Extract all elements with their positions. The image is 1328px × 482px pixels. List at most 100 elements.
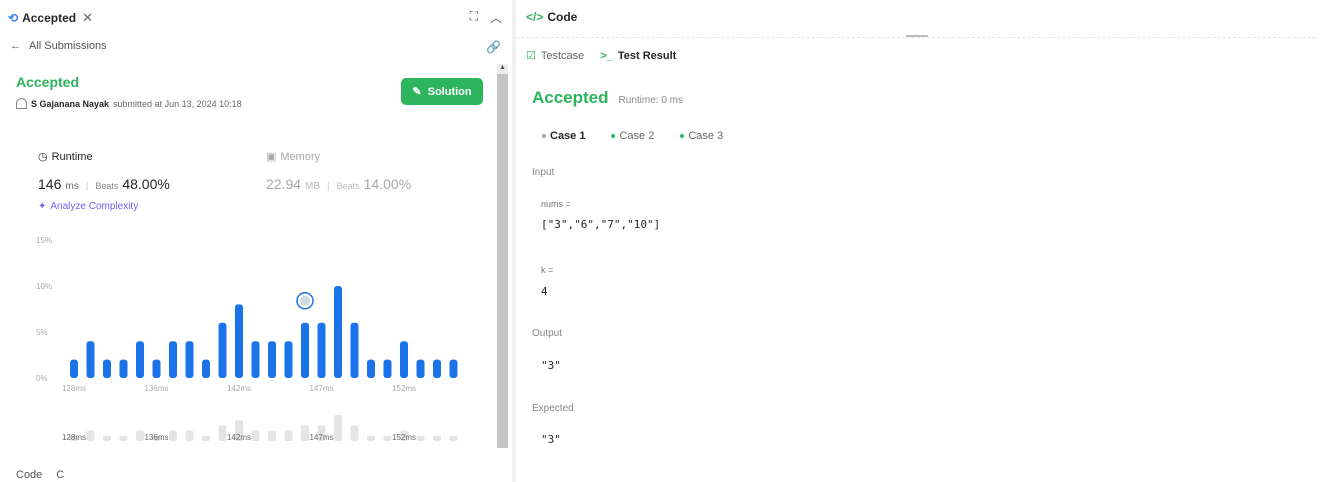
tab-testcase[interactable]: ☑ Testcase	[526, 49, 584, 63]
divider: |	[327, 181, 330, 192]
y-tick-label: 5%	[36, 328, 48, 337]
x-tick-label: 128ms	[62, 384, 86, 393]
user-avatar-marker	[300, 295, 310, 306]
code-section-header: Code C	[16, 469, 64, 481]
status-dot	[542, 134, 546, 138]
code-icon: </>	[526, 10, 544, 24]
memory-beats-label: Beats	[336, 181, 360, 191]
overview-bar	[416, 435, 425, 441]
overview-bar	[449, 435, 458, 441]
analyze-complexity-link[interactable]: ✦ Analyze Complexity	[38, 201, 138, 212]
close-icon[interactable]: ✕	[82, 10, 93, 26]
chart-bar	[119, 359, 128, 378]
case-label: Case 2	[619, 130, 655, 142]
overview-bar	[301, 425, 309, 441]
overview-label: 136ms	[144, 433, 168, 442]
sparkle-icon: ✦	[38, 201, 47, 212]
chart-bar	[169, 341, 177, 378]
chart-bar	[449, 359, 458, 378]
output-value: "3"	[541, 359, 561, 372]
x-tick-label: 136ms	[144, 384, 168, 393]
overview-bar	[251, 430, 260, 441]
memory-unit: MB	[305, 181, 321, 192]
submission-status: Accepted	[16, 74, 80, 90]
runtime-value: 146	[38, 176, 62, 192]
chart-bar	[218, 322, 227, 378]
solution-button[interactable]: ✎ Solution	[401, 78, 483, 105]
clock-icon: ◷	[38, 151, 48, 163]
chart-bar	[103, 359, 111, 378]
chart-bar	[334, 286, 342, 378]
avatar	[16, 98, 27, 109]
overview-bar	[350, 425, 359, 441]
chart-bar	[284, 341, 293, 378]
memory-label: Memory	[280, 150, 321, 163]
submission-panel: ⟲ Accepted ✕ ⛶ ︿ ← All Submissions 🔗 Acc…	[0, 0, 512, 482]
overview-bar	[103, 435, 111, 441]
tab-test-result[interactable]: >_ Test Result	[600, 49, 676, 62]
case-label: Case 3	[688, 130, 724, 142]
overview-bar	[86, 430, 95, 441]
code-label: Code	[16, 469, 43, 481]
chart-bar	[235, 304, 243, 378]
tab-code[interactable]: </> Code	[526, 10, 577, 24]
var-name-nums: nums =	[541, 199, 571, 209]
back-link[interactable]: ← All Submissions	[10, 40, 107, 52]
runtime-label: Runtime	[51, 150, 93, 163]
status-dot	[611, 134, 616, 138]
runtime-beats-value: 48.00%	[122, 176, 170, 192]
overview-bar	[433, 435, 441, 441]
overview-bar	[119, 435, 128, 441]
overview-label: 147ms	[309, 433, 333, 442]
y-tick-label: 10%	[36, 282, 52, 291]
var-value-k: 4	[541, 285, 548, 298]
submitted-text: submitted at Jun 13, 2024 10:18	[113, 98, 242, 109]
tab-label: Accepted	[22, 11, 77, 25]
overview-label: 128ms	[62, 433, 86, 442]
chip-icon: ▣	[266, 151, 277, 163]
runtime-distribution-chart: 15% 10% 5% 0% 128ms 136ms 142ms 147ms 152ms 128ms…	[36, 236, 458, 442]
chart-bar	[301, 322, 309, 378]
runtime-tab[interactable]: ◷ Runtime	[38, 150, 93, 164]
runtime-beats-label: Beats	[95, 181, 119, 191]
scrollbar-thumb[interactable]	[497, 74, 508, 448]
overview-bar	[218, 425, 227, 441]
overview-bar	[383, 435, 392, 441]
overview-label: 152ms	[392, 433, 416, 442]
case-tabs: Case 1 Case 2 Case 3	[536, 130, 729, 142]
result-status-label: Accepted	[532, 88, 609, 107]
status-dot	[680, 134, 685, 138]
link-icon[interactable]: 🔗	[486, 40, 501, 54]
overview-bar	[367, 435, 375, 441]
output-label: Output	[532, 328, 563, 339]
overview-bar	[334, 415, 342, 441]
chevron-up-icon[interactable]: ︿	[490, 9, 502, 26]
tab-case-2[interactable]: Case 2	[605, 130, 660, 142]
fullscreen-icon[interactable]: ⛶	[470, 9, 478, 26]
chart-bar	[185, 341, 194, 378]
chart-bar	[350, 322, 359, 378]
language-label: C	[56, 469, 65, 481]
case-label: Case 1	[550, 130, 586, 142]
result-runtime: Runtime: 0 ms	[618, 95, 683, 106]
memory-value-row: 22.94 MB | Beats 14.00%	[266, 176, 411, 192]
tab-accepted[interactable]: ⟲ Accepted ✕	[8, 8, 93, 28]
y-tick-label: 15%	[36, 236, 52, 245]
overview-bar	[284, 430, 293, 441]
tab-case-3[interactable]: Case 3	[674, 130, 729, 142]
result-panel: </> Code ☑ Testcase >_ Test Result Accep…	[516, 0, 1328, 482]
tab-case-1[interactable]: Case 1	[536, 130, 591, 142]
chart-bar	[202, 359, 210, 378]
scroll-up-icon[interactable]: ▲	[499, 64, 506, 71]
resize-handle[interactable]	[906, 35, 928, 37]
memory-tab[interactable]: ▣ Memory	[266, 150, 321, 164]
scrollbar[interactable]: ▲	[497, 64, 508, 448]
tab-bar: ⟲ Accepted ✕ ⛶ ︿	[0, 0, 512, 36]
x-tick-label: 152ms	[392, 384, 416, 393]
code-header: </> Code	[516, 0, 1316, 38]
var-name-k: k =	[541, 265, 554, 275]
analyze-label: Analyze Complexity	[50, 201, 139, 212]
runtime-value-row: 146 ms | Beats 48.00%	[38, 176, 170, 192]
author-name[interactable]: S Gajanana Nayak	[31, 99, 109, 109]
expected-label: Expected	[532, 403, 574, 414]
